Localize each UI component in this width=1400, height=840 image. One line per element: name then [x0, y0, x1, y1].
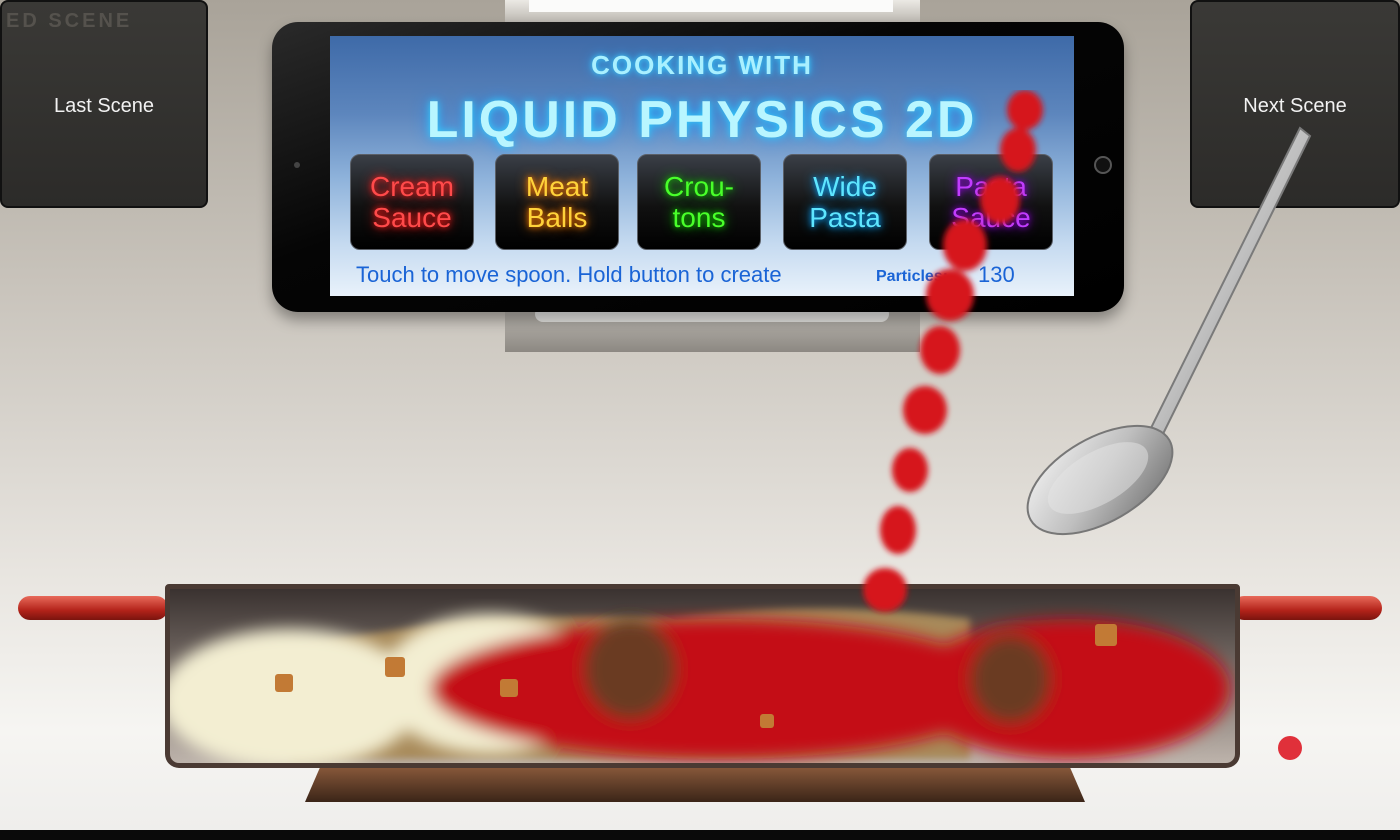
button-label-line2: tons [672, 202, 726, 233]
instructions-text: Touch to move spoon. Hold button to crea… [356, 262, 782, 287]
cream-sauce-button[interactable]: Cream Sauce [350, 154, 474, 250]
button-label-line1: Meat [525, 171, 589, 202]
tablet-sensor-icon [294, 162, 300, 168]
crouton [275, 674, 293, 692]
crouton [385, 657, 405, 677]
sauce-drip [1278, 736, 1302, 760]
title-cooking-with: COOKING WITH [591, 50, 813, 80]
button-label-line2: Sauce [372, 202, 452, 233]
tablet-mount-top [505, 0, 920, 22]
pot-handle-right [1232, 596, 1382, 620]
bottom-edge [0, 830, 1400, 840]
meatball [584, 619, 676, 719]
button-label-line1: Crou- [663, 171, 734, 202]
stove-burner [305, 766, 1085, 802]
crouton [760, 714, 774, 728]
button-label-line1: Cream [369, 171, 454, 202]
sauce-blob [910, 619, 1230, 759]
previous-scene-ghost-text: ED SCENE [6, 10, 133, 32]
button-label-line2: Balls [526, 202, 588, 233]
croutons-button[interactable]: Crou-tons [637, 154, 761, 250]
crouton [500, 679, 518, 697]
pot-handle-left [18, 596, 168, 620]
last-scene-button[interactable]: ED SCENE Last Scene [0, 0, 208, 208]
next-scene-label: Next Scene [1243, 94, 1347, 117]
crouton [1095, 624, 1117, 646]
meat-balls-button[interactable]: Meat Balls [495, 154, 619, 250]
last-scene-label: Last Scene [53, 94, 155, 117]
spoon-icon[interactable] [1020, 120, 1320, 550]
meatball [970, 635, 1050, 723]
